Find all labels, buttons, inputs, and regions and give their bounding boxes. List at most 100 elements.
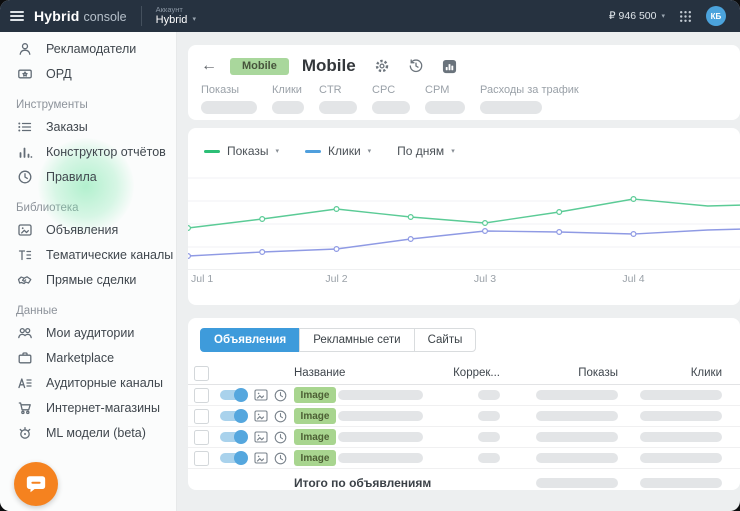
ads-table: Название Коррек... Показы Клики Image (188, 362, 740, 497)
totals-label: Итого по объявлениям (294, 476, 444, 490)
row-checkbox[interactable] (194, 430, 209, 445)
sidebar-item-direct-deals[interactable]: Прямые сделки (0, 267, 176, 292)
skeleton-value (425, 101, 465, 114)
kpi-traffic-cost: Расходы за трафик (480, 84, 579, 114)
main-content: ← Mobile Mobile Показы Клики (177, 32, 740, 511)
row-checkbox[interactable] (194, 409, 209, 424)
sidebar-item-audience-channels[interactable]: Аудиторные каналы (0, 370, 176, 395)
traffic-chart: Jul 1Jul 2Jul 3Jul 4 (188, 170, 740, 289)
sidebar-item-label: Marketplace (46, 351, 114, 365)
back-button[interactable]: ← (201, 58, 217, 74)
people-icon (16, 325, 33, 341)
sidebar-section-tools: Инструменты (0, 96, 176, 114)
app-window: Hybrid console Аккаунт Hybrid ▾ ₽ 946 50… (0, 0, 740, 511)
logo-light: console (84, 10, 127, 24)
kpi-clicks: Клики (272, 84, 304, 114)
table-footer-row: Итого по объявлениям (188, 469, 740, 497)
skeleton-value (372, 101, 410, 114)
chat-button[interactable] (14, 462, 58, 506)
sidebar-item-online-stores[interactable]: Интернет-магазины (0, 395, 176, 420)
granularity-dropdown[interactable]: По дням ▾ (397, 144, 455, 158)
legend-clicks-dropdown[interactable]: Клики ▾ (305, 144, 371, 158)
sidebar-item-rules[interactable]: Правила (0, 164, 176, 189)
sidebar-item-label: Правила (46, 170, 97, 184)
image-icon[interactable] (254, 431, 274, 443)
skeleton-total-impressions (536, 478, 618, 488)
top-header: Hybrid console Аккаунт Hybrid ▾ ₽ 946 50… (0, 0, 740, 32)
status-badge: Mobile (230, 58, 289, 75)
sidebar-item-my-audiences[interactable]: Мои аудитории (0, 320, 176, 345)
sidebar-item-ads[interactable]: Объявления (0, 217, 176, 242)
chart-x-axis: Jul 1Jul 2Jul 3Jul 4 (188, 273, 740, 289)
account-switcher[interactable]: Аккаунт Hybrid ▾ (156, 6, 196, 26)
skeleton-value (480, 101, 542, 114)
sidebar-item-ord[interactable]: ОРД (0, 61, 176, 86)
skeleton-impressions (536, 453, 618, 463)
image-icon[interactable] (254, 389, 274, 401)
row-checkbox[interactable] (194, 388, 209, 403)
row-toggle[interactable] (220, 388, 248, 402)
tab-sites[interactable]: Сайты (414, 328, 477, 352)
image-icon[interactable] (254, 452, 274, 464)
sidebar-item-label: Конструктор отчётов (46, 145, 166, 159)
gear-icon[interactable] (374, 58, 390, 74)
avatar[interactable]: КБ (706, 6, 726, 26)
skeleton-value (201, 101, 257, 114)
logo-bold: Hybrid (34, 8, 80, 24)
clock-icon[interactable] (274, 410, 294, 423)
sidebar-item-label: Прямые сделки (46, 273, 136, 287)
table-row: Image (188, 448, 740, 469)
row-toggle[interactable] (220, 451, 248, 465)
sidebar-item-ml-models[interactable]: ML модели (beta) (0, 420, 176, 445)
sidebar-item-label: Тематические каналы (46, 248, 173, 262)
audience-channels-icon (16, 375, 33, 391)
hamburger-menu-icon[interactable] (10, 11, 24, 21)
sidebar-item-report-builder[interactable]: Конструктор отчётов (0, 139, 176, 164)
legend-impressions-dropdown[interactable]: Показы ▾ (204, 144, 279, 158)
skeleton-value (319, 101, 357, 114)
history-icon[interactable] (408, 58, 424, 74)
sidebar-item-orders[interactable]: Заказы (0, 114, 176, 139)
clock-icon[interactable] (274, 452, 294, 465)
table-header-row: Название Коррек... Показы Клики (188, 362, 740, 385)
skeleton-impressions (536, 411, 618, 421)
skeleton-clicks (640, 432, 722, 442)
kpi-row: Показы Клики CTR CPC CPM Расходы за траф… (201, 84, 724, 114)
format-badge: Image (294, 387, 336, 403)
clock-icon[interactable] (274, 389, 294, 402)
report-icon[interactable] (442, 59, 457, 74)
clicks-swatch (305, 150, 321, 153)
column-correction: Коррек... (453, 367, 500, 379)
tab-ad-networks[interactable]: Рекламные сети (299, 328, 414, 352)
sidebar-item-thematic-channels[interactable]: Тематические каналы (0, 242, 176, 267)
row-toggle[interactable] (220, 430, 248, 444)
impressions-swatch (204, 150, 220, 153)
apps-grid-icon[interactable] (679, 10, 692, 23)
kpi-ctr: CTR (319, 84, 357, 114)
sidebar-item-label: Интернет-магазины (46, 401, 160, 415)
logo[interactable]: Hybrid console (34, 8, 127, 24)
skeleton-correction (478, 453, 500, 463)
table-row: Image (188, 385, 740, 406)
skeleton-impressions (536, 432, 618, 442)
bar-chart-icon (16, 144, 33, 160)
select-all-checkbox[interactable] (194, 366, 209, 381)
sidebar-item-advertisers[interactable]: Рекламодатели (0, 36, 176, 61)
table-row: Image (188, 406, 740, 427)
clock-icon[interactable] (274, 431, 294, 444)
skeleton-name (338, 390, 423, 400)
tab-ads[interactable]: Объявления (200, 328, 300, 352)
sidebar-item-label: Заказы (46, 120, 88, 134)
sidebar-item-label: Мои аудитории (46, 326, 134, 340)
balance-dropdown[interactable]: ₽ 946 500 ▾ (609, 10, 665, 22)
skeleton-value (272, 101, 304, 114)
sidebar-item-marketplace[interactable]: Marketplace (0, 345, 176, 370)
chevron-down-icon: ▾ (661, 12, 665, 20)
row-checkbox[interactable] (194, 451, 209, 466)
sidebar-item-label: Рекламодатели (46, 42, 136, 56)
image-icon[interactable] (254, 410, 274, 422)
row-toggle[interactable] (220, 409, 248, 423)
table-tabs: Объявления Рекламные сети Сайты (188, 328, 740, 352)
list-icon (16, 119, 33, 135)
x-tick-label: Jul 3 (474, 273, 496, 285)
